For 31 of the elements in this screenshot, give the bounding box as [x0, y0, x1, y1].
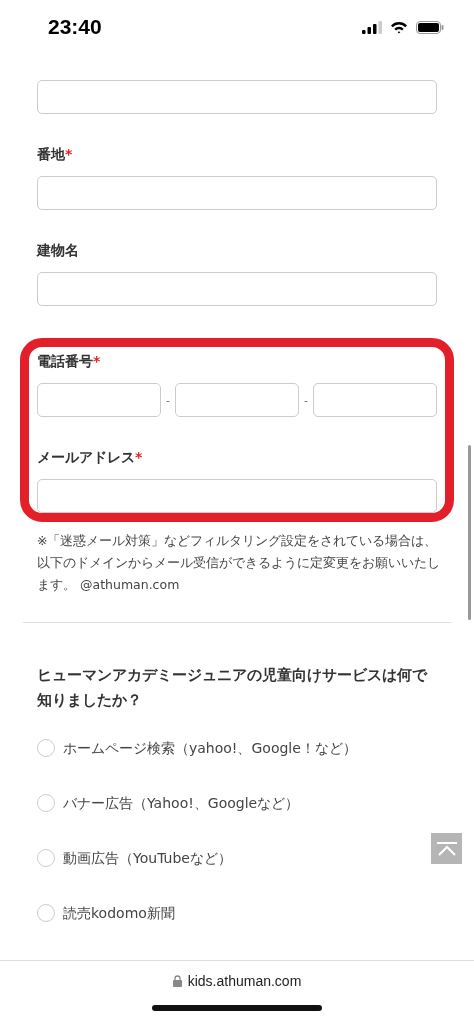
dash-separator: -: [166, 393, 170, 407]
option-label[interactable]: ホームページ検索（yahoo!、Google！など）: [63, 739, 357, 757]
input-field[interactable]: [37, 479, 437, 513]
option-label[interactable]: バナー広告（Yahoo!、Googleなど）: [63, 794, 300, 812]
radio-button[interactable]: [37, 849, 55, 867]
phone-field[interactable]: [175, 383, 299, 417]
notice-text: ※「迷惑メール対策」などフィルタリング設定をされている場合は、以下のドメインからメール受信ができるように定変更をお願いいたします。 @athuman.com: [37, 532, 441, 594]
radio-button[interactable]: [37, 739, 55, 757]
up-caret-icon: [436, 841, 457, 856]
option-label[interactable]: 読売kodomo新聞: [63, 904, 175, 922]
battery-icon: [416, 20, 444, 34]
phone-field[interactable]: [37, 383, 161, 417]
phone-field[interactable]: [312, 383, 437, 417]
lock-icon: [172, 975, 182, 987]
field-label: 番地*: [37, 146, 73, 164]
radio-button[interactable]: [37, 904, 55, 922]
radio-button[interactable]: [37, 794, 55, 812]
field-label: 電話番号*: [37, 353, 101, 371]
url-text[interactable]: kids.athuman.com: [187, 973, 302, 989]
field-label: 建物名: [37, 242, 79, 260]
clock-time: 23:40: [48, 15, 102, 39]
input-field[interactable]: [37, 176, 437, 210]
back-to-top-button[interactable]: [431, 833, 462, 864]
input-field[interactable]: [37, 80, 437, 114]
wifi-icon: [390, 20, 408, 34]
field-label: メールアドレス*: [37, 449, 143, 467]
signal-icon: [362, 20, 382, 34]
option-label[interactable]: 動画広告（YouTubeなど）: [63, 849, 232, 867]
input-field[interactable]: [37, 272, 437, 306]
dash-separator: -: [304, 393, 308, 407]
question-title: ヒューマンアカデミージュニアの児童向けサービスは何で知りましたか？: [37, 666, 429, 710]
